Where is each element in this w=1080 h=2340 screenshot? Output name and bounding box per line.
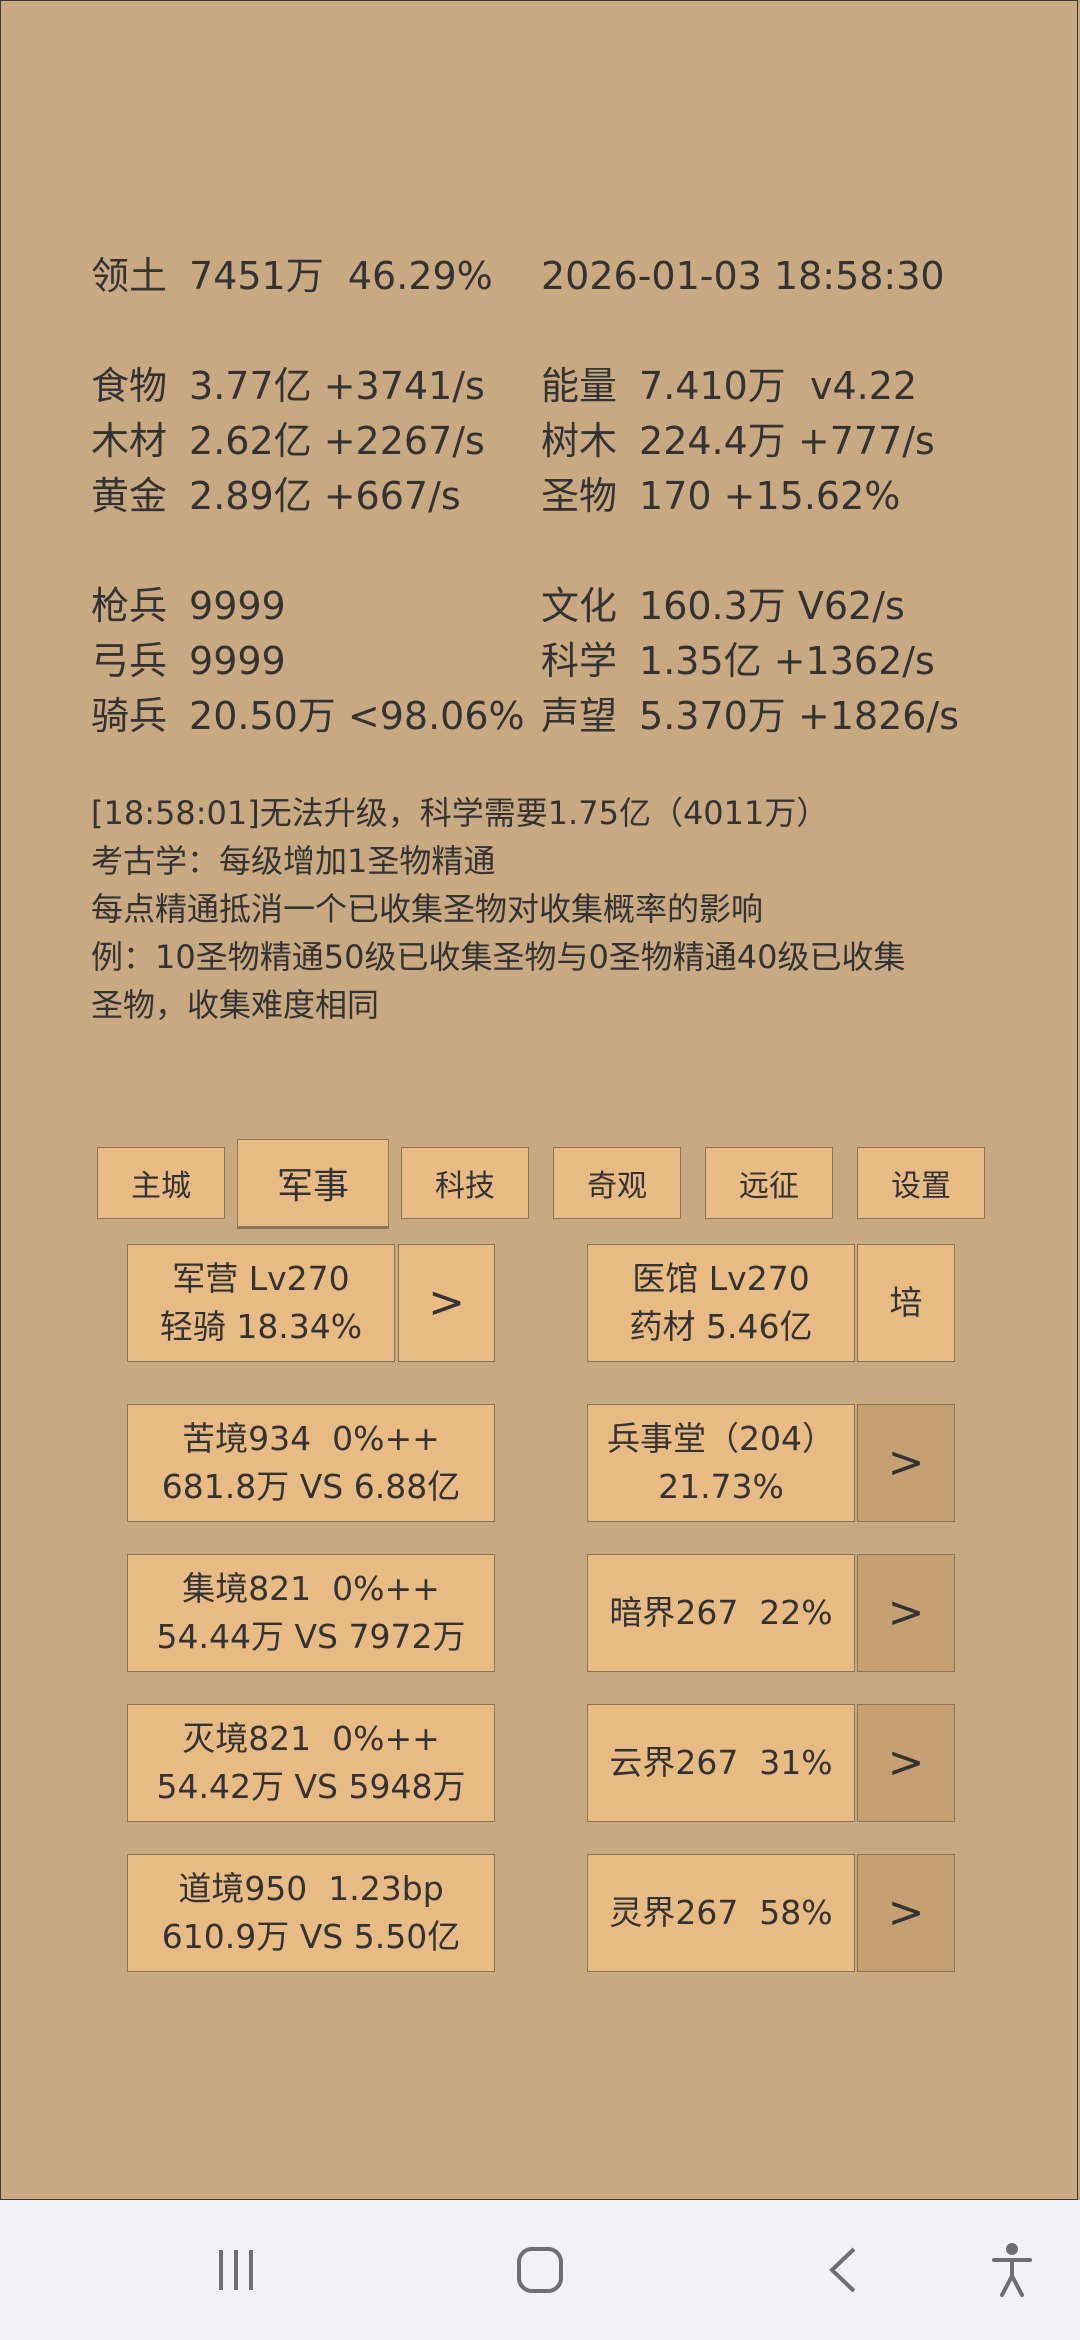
stat-wood: 木材 2.62亿 +2267/s bbox=[91, 422, 485, 460]
tab-military[interactable]: 军事 bbox=[237, 1139, 389, 1227]
stat-label: 弓兵 bbox=[91, 639, 168, 683]
realm-button-dao[interactable]: 道境950 1.23bp 610.9万 VS 5.50亿 bbox=[127, 1854, 495, 1972]
home-icon[interactable] bbox=[508, 2240, 572, 2300]
stat-label: 骑兵 bbox=[91, 694, 168, 738]
cloud-realm-button[interactable]: 云界267 31% bbox=[587, 1704, 855, 1822]
stat-label: 食物 bbox=[91, 364, 168, 408]
stat-value: 9999 bbox=[189, 584, 286, 628]
barracks-arrow-button[interactable]: > bbox=[398, 1244, 495, 1362]
stat-label: 圣物 bbox=[541, 474, 618, 518]
stat-label: 能量 bbox=[541, 364, 618, 408]
stat-value: 160.3万 V62/s bbox=[639, 584, 905, 628]
stat-label: 声望 bbox=[541, 694, 618, 738]
stat-value: 9999 bbox=[189, 639, 286, 683]
dark-realm-button[interactable]: 暗界267 22% bbox=[587, 1554, 855, 1672]
stat-value: 2.62亿 +2267/s bbox=[189, 419, 485, 463]
stat-archers: 弓兵 9999 bbox=[91, 642, 286, 680]
stat-label: 科学 bbox=[541, 639, 618, 683]
message-log: [18:58:01]无法升级，科学需要1.75亿（4011万） 考古学：每级增加… bbox=[91, 789, 1011, 1029]
realm-button-mie[interactable]: 灭境821 0%++ 54.42万 VS 5948万 bbox=[127, 1704, 495, 1822]
message-line: 考古学：每级增加1圣物精通 bbox=[91, 842, 496, 880]
tab-main-city[interactable]: 主城 bbox=[97, 1147, 225, 1219]
stat-value: 7.410万 v4.22 bbox=[639, 364, 918, 408]
stat-cavalry: 骑兵 20.50万 <98.06% bbox=[91, 697, 525, 735]
game-screen: 领土 7451万 46.29% 2026-01-03 18:58:30 食物 3.7… bbox=[0, 0, 1078, 2200]
stat-spearmen: 枪兵 9999 bbox=[91, 587, 286, 625]
clinic-button[interactable]: 医馆 Lv270 药材 5.46亿 bbox=[587, 1244, 855, 1362]
message-line: 每点精通抵消一个已收集圣物对收集概率的影响 bbox=[91, 890, 764, 928]
stat-territory: 领土 7451万 46.29% bbox=[91, 257, 493, 295]
stat-label: 文化 bbox=[541, 584, 618, 628]
war-hall-button[interactable]: 兵事堂（204） 21.73% bbox=[587, 1404, 855, 1522]
realm-button-ji[interactable]: 集境821 0%++ 54.44万 VS 7972万 bbox=[127, 1554, 495, 1672]
spirit-realm-arrow-button[interactable]: > bbox=[857, 1854, 955, 1972]
tab-technology[interactable]: 科技 bbox=[401, 1147, 529, 1219]
stat-label: 黄金 bbox=[91, 474, 168, 518]
stat-value: 5.370万 +1826/s bbox=[639, 694, 960, 738]
dark-realm-arrow-button[interactable]: > bbox=[857, 1554, 955, 1672]
stat-value: 20.50万 <98.06% bbox=[189, 694, 525, 738]
datetime: 2026-01-03 18:58:30 bbox=[541, 254, 945, 298]
recent-apps-icon[interactable] bbox=[206, 2240, 266, 2300]
accessibility-icon[interactable] bbox=[982, 2240, 1042, 2300]
stat-value: 3.77亿 +3741/s bbox=[189, 364, 485, 408]
stat-label: 树木 bbox=[541, 419, 618, 463]
stat-value: 170 +15.62% bbox=[639, 474, 901, 518]
spirit-realm-button[interactable]: 灵界267 58% bbox=[587, 1854, 855, 1972]
stat-science: 科学 1.35亿 +1362/s bbox=[541, 642, 935, 680]
stat-value: 1.35亿 +1362/s bbox=[639, 639, 935, 683]
stat-label: 领土 bbox=[91, 254, 168, 298]
cloud-realm-arrow-button[interactable]: > bbox=[857, 1704, 955, 1822]
tab-expedition[interactable]: 远征 bbox=[705, 1147, 833, 1219]
clinic-train-button[interactable]: 培 bbox=[857, 1244, 955, 1362]
tab-settings[interactable]: 设置 bbox=[857, 1147, 985, 1219]
stat-gold: 黄金 2.89亿 +667/s bbox=[91, 477, 461, 515]
back-icon[interactable] bbox=[812, 2240, 872, 2300]
stat-value: 224.4万 +777/s bbox=[639, 419, 935, 463]
stat-label: 木材 bbox=[91, 419, 168, 463]
realm-button-ku[interactable]: 苦境934 0%++ 681.8万 VS 6.88亿 bbox=[127, 1404, 495, 1522]
stat-value: 7451万 46.29% bbox=[189, 254, 493, 298]
stat-trees: 树木 224.4万 +777/s bbox=[541, 422, 935, 460]
stat-energy: 能量 7.410万 v4.22 bbox=[541, 367, 917, 405]
stat-relics: 圣物 170 +15.62% bbox=[541, 477, 900, 515]
tab-wonders[interactable]: 奇观 bbox=[553, 1147, 681, 1219]
message-line: [18:58:01]无法升级，科学需要1.75亿（4011万） bbox=[91, 794, 829, 832]
stat-food: 食物 3.77亿 +3741/s bbox=[91, 367, 485, 405]
barracks-button[interactable]: 军营 Lv270 轻骑 18.34% bbox=[127, 1244, 395, 1362]
stat-value: 2.89亿 +667/s bbox=[189, 474, 461, 518]
stat-prestige: 声望 5.370万 +1826/s bbox=[541, 697, 959, 735]
message-line: 例：10圣物精通50级已收集圣物与0圣物精通40级已收集 bbox=[91, 938, 906, 976]
stat-label: 枪兵 bbox=[91, 584, 168, 628]
stat-culture: 文化 160.3万 V62/s bbox=[541, 587, 905, 625]
message-line: 圣物，收集难度相同 bbox=[91, 986, 380, 1024]
war-hall-arrow-button[interactable]: > bbox=[857, 1404, 955, 1522]
